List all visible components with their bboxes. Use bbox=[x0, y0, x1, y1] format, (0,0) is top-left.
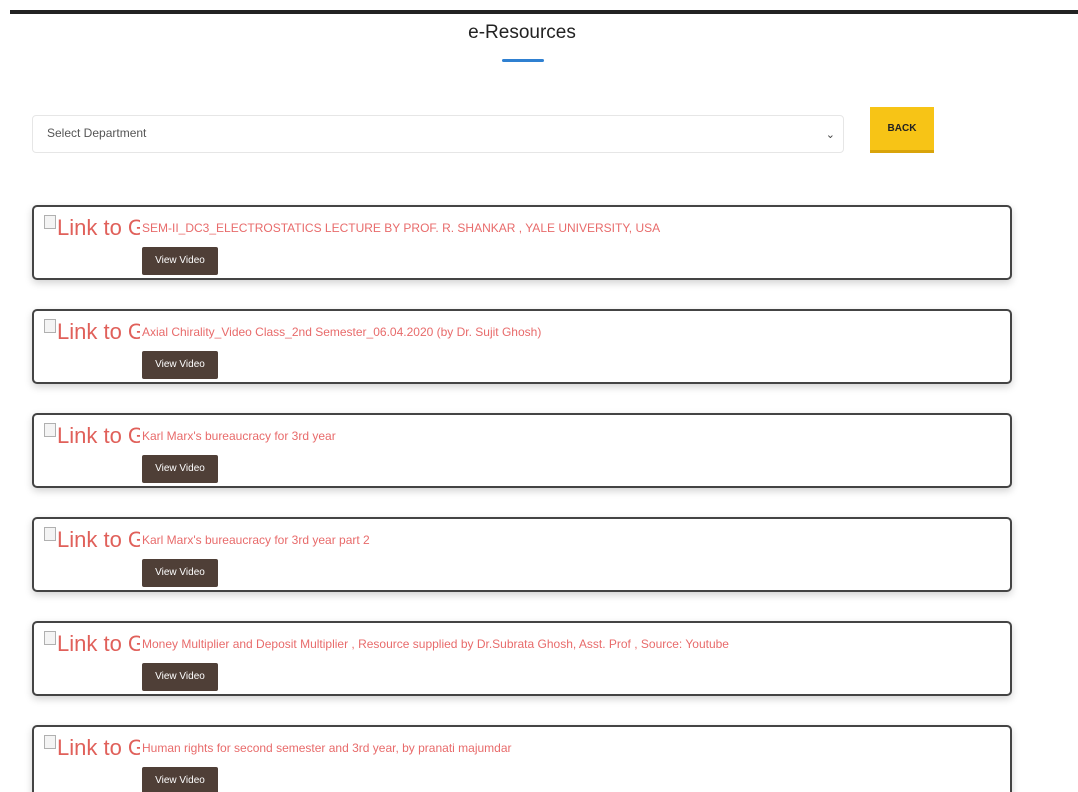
image-alt-text: Link to Google.com bbox=[57, 631, 140, 656]
image-alt-text: Link to Google.com bbox=[57, 215, 140, 240]
broken-image-link[interactable]: Link to Google.com bbox=[44, 315, 140, 381]
broken-image-icon bbox=[44, 735, 56, 749]
resource-card: Link to Google.com Karl Marx's bureaucra… bbox=[32, 413, 1012, 488]
broken-image-icon bbox=[44, 527, 56, 541]
view-video-button[interactable]: View Video bbox=[142, 559, 218, 587]
resource-card: Link to Google.com Axial Chirality_Video… bbox=[32, 309, 1012, 384]
image-alt-text: Link to Google.com bbox=[57, 319, 140, 344]
broken-image-icon bbox=[44, 631, 56, 645]
broken-image-link[interactable]: Link to Google.com bbox=[44, 419, 140, 485]
resource-title[interactable]: Karl Marx's bureaucracy for 3rd year bbox=[142, 429, 336, 443]
broken-image-icon bbox=[44, 319, 56, 333]
top-border bbox=[10, 10, 1078, 14]
view-video-button[interactable]: View Video bbox=[142, 455, 218, 483]
page: e-Resources Select Department ⌄ BACK Lin… bbox=[0, 0, 1078, 792]
broken-image-link[interactable]: Link to Google.com bbox=[44, 211, 140, 277]
broken-image-link[interactable]: Link to Google.com bbox=[44, 731, 140, 792]
resource-card: Link to Google.com Money Multiplier and … bbox=[32, 621, 1012, 696]
view-video-button[interactable]: View Video bbox=[142, 351, 218, 379]
page-title: e-Resources bbox=[468, 22, 576, 43]
view-video-button[interactable]: View Video bbox=[142, 663, 218, 691]
view-video-button[interactable]: View Video bbox=[142, 247, 218, 275]
chevron-down-icon: ⌄ bbox=[825, 129, 835, 141]
resource-title[interactable]: SEM-II_DC3_ELECTROSTATICS LECTURE BY PRO… bbox=[142, 221, 660, 235]
title-underline bbox=[502, 59, 544, 62]
resource-card: Link to Google.com SEM-II_DC3_ELECTROSTA… bbox=[32, 205, 1012, 280]
resource-title[interactable]: Axial Chirality_Video Class_2nd Semester… bbox=[142, 325, 541, 339]
broken-image-link[interactable]: Link to Google.com bbox=[44, 627, 140, 693]
back-button[interactable]: BACK bbox=[870, 107, 934, 153]
resource-title[interactable]: Money Multiplier and Deposit Multiplier … bbox=[142, 637, 729, 651]
resource-card: Link to Google.com Karl Marx's bureaucra… bbox=[32, 517, 1012, 592]
resource-title[interactable]: Karl Marx's bureaucracy for 3rd year par… bbox=[142, 533, 370, 547]
resource-title[interactable]: Human rights for second semester and 3rd… bbox=[142, 741, 512, 755]
broken-image-icon bbox=[44, 215, 56, 229]
image-alt-text: Link to Google.com bbox=[57, 423, 140, 448]
department-select[interactable]: Select Department ⌄ bbox=[32, 115, 844, 153]
resource-card: Link to Google.com Human rights for seco… bbox=[32, 725, 1012, 792]
image-alt-text: Link to Google.com bbox=[57, 735, 140, 760]
broken-image-icon bbox=[44, 423, 56, 437]
broken-image-link[interactable]: Link to Google.com bbox=[44, 523, 140, 589]
image-alt-text: Link to Google.com bbox=[57, 527, 140, 552]
department-select-value: Select Department bbox=[47, 126, 147, 140]
view-video-button[interactable]: View Video bbox=[142, 767, 218, 792]
